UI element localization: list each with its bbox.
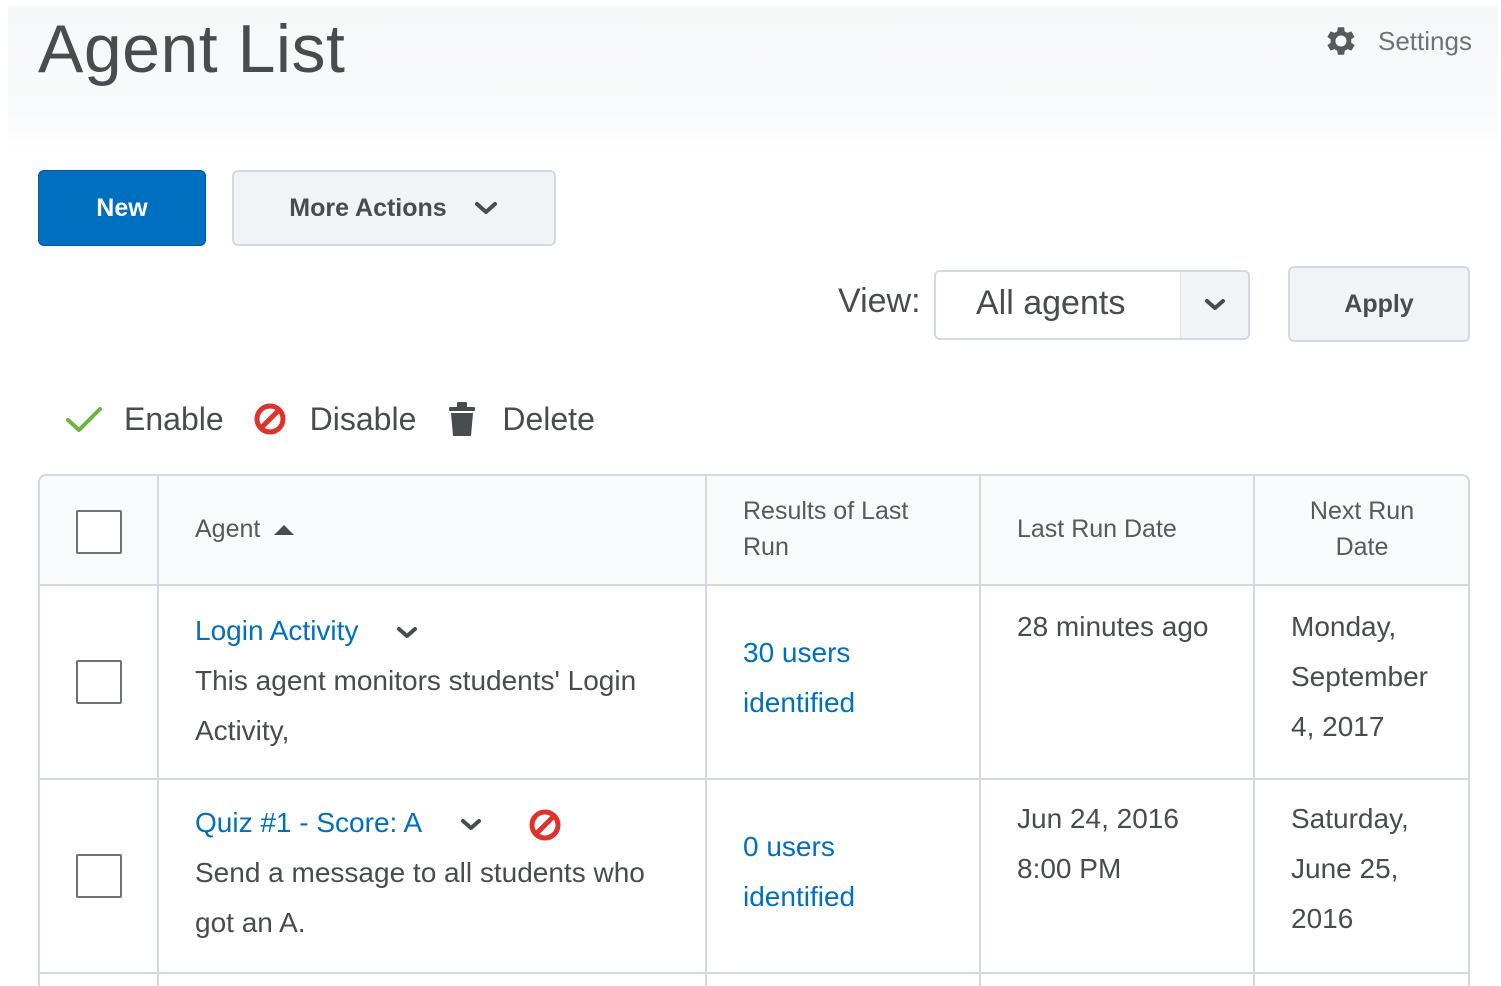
last-run-column-header: Last Run Date <box>1017 515 1177 543</box>
trash-icon <box>446 400 478 438</box>
no-entry-icon <box>252 402 288 436</box>
next-run-line: September <box>1291 661 1428 692</box>
delete-label: Delete <box>502 400 595 437</box>
agents-table: Agent Results of Last Run Last Run Date … <box>38 474 1470 986</box>
results-column-header: Results of Last Run <box>743 493 908 565</box>
view-select[interactable]: All agents <box>934 270 1250 340</box>
next-run-column-header: Next Run Date <box>1254 493 1468 565</box>
view-select-value: All agents <box>976 284 1126 322</box>
next-run-cell: Saturday, June 25, 2016 <box>1291 794 1409 944</box>
enable-label: Enable <box>124 400 224 437</box>
view-label: View: <box>838 282 921 320</box>
results-link[interactable]: 0 users <box>743 822 855 872</box>
last-run-line: 28 minutes ago <box>1017 611 1209 642</box>
page-title: Agent List <box>38 11 346 87</box>
column-divider <box>705 476 707 986</box>
results-link[interactable]: identified <box>743 678 855 728</box>
agent-column-label: Agent <box>195 515 261 543</box>
results-cell: 30 users identified <box>743 628 855 728</box>
agent-cell: Quiz #1 - Score: A Send a message to all… <box>195 798 645 948</box>
next-run-cell: Monday, September 4, 2017 <box>1291 602 1428 752</box>
delete-button[interactable]: Delete <box>446 400 595 438</box>
new-button[interactable]: New <box>38 170 206 246</box>
sort-ascending-icon <box>274 525 295 536</box>
agent-title-line: Quiz #1 - Score: A <box>195 798 645 848</box>
more-actions-label: More Actions <box>289 193 447 222</box>
apply-button[interactable]: Apply <box>1288 266 1470 342</box>
last-run-cell: 28 minutes ago <box>1017 602 1208 652</box>
agent-description-line: Activity, <box>195 715 290 746</box>
chevron-down-icon[interactable] <box>458 816 484 834</box>
bulk-actions-bar: Enable Disable Delete <box>64 400 595 438</box>
view-select-toggle[interactable] <box>1180 272 1248 338</box>
no-entry-icon <box>529 809 561 841</box>
column-divider <box>157 476 159 986</box>
more-actions-button[interactable]: More Actions <box>232 170 556 246</box>
settings-link[interactable]: Settings <box>1322 22 1472 60</box>
settings-label: Settings <box>1378 25 1472 56</box>
disable-label: Disable <box>309 400 417 437</box>
checkmark-icon <box>64 404 104 434</box>
gear-icon <box>1327 27 1355 55</box>
next-run-header-line: Next Run <box>1309 497 1415 525</box>
agent-name-link[interactable]: Login Activity <box>195 615 358 646</box>
agent-description-line: Send a message to all students who <box>195 857 645 888</box>
agent-description-line: This agent monitors students' Login <box>195 665 637 696</box>
agent-title-line: Login Activity <box>195 606 636 656</box>
agent-name-link[interactable]: Quiz #1 - Score: A <box>195 807 421 838</box>
agent-cell: Login Activity This agent monitors stude… <box>195 606 636 756</box>
chevron-down-icon <box>1204 299 1225 310</box>
next-run-line: 2016 <box>1291 903 1354 934</box>
last-run-line: Jun 24, 2016 <box>1017 803 1179 834</box>
chevron-down-icon <box>474 202 497 214</box>
disable-button[interactable]: Disable <box>252 400 417 438</box>
next-run-header-line: Date <box>1335 533 1389 561</box>
results-link[interactable]: 30 users <box>743 628 855 678</box>
next-run-line: June 25, <box>1291 853 1399 884</box>
last-run-cell: Jun 24, 2016 8:00 PM <box>1017 794 1179 894</box>
row-checkbox[interactable] <box>76 660 122 704</box>
column-divider <box>979 476 981 986</box>
agent-description-line: got an A. <box>195 907 306 938</box>
row-checkbox[interactable] <box>76 854 122 898</box>
results-header-line: Results of Last <box>743 497 909 525</box>
chevron-down-icon[interactable] <box>394 624 420 642</box>
select-all-checkbox[interactable] <box>76 510 122 554</box>
results-link[interactable]: identified <box>743 872 855 922</box>
enable-button[interactable]: Enable <box>64 401 224 438</box>
agent-column-header[interactable]: Agent <box>195 511 295 547</box>
next-run-line: Monday, <box>1291 611 1397 642</box>
last-run-line: 8:00 PM <box>1017 853 1122 884</box>
results-header-line: Run <box>743 533 789 561</box>
next-run-line: Saturday, <box>1291 803 1409 834</box>
next-run-line: 4, 2017 <box>1291 711 1385 742</box>
results-cell: 0 users identified <box>743 822 855 922</box>
column-divider <box>1253 476 1255 986</box>
